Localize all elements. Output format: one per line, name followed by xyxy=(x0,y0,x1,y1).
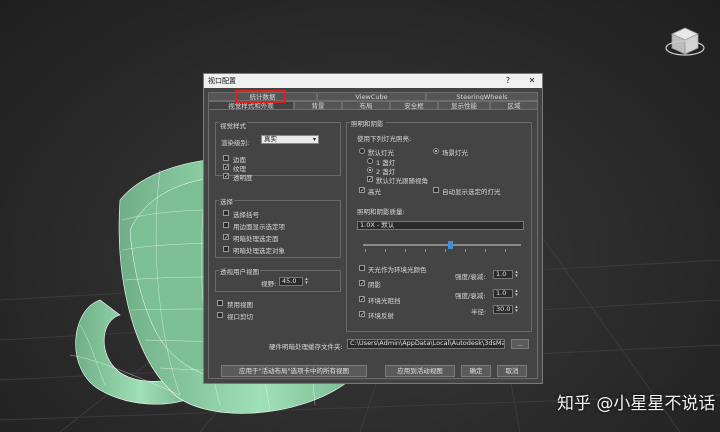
quality-input[interactable]: 1.0X - 默认 xyxy=(357,221,524,230)
slider-tick xyxy=(425,249,426,252)
fov-input[interactable]: 45.0 xyxy=(279,277,303,286)
illuminate-label: 使用下列灯光照亮: xyxy=(357,135,412,143)
intensity-fade-input-2[interactable]: 1.0 xyxy=(493,289,513,298)
quality-slider-track[interactable] xyxy=(363,244,521,246)
cache-folder-label: 硬件明暗处理缓存文件夹: xyxy=(269,343,343,351)
selection-brackets-label: 选择括号 xyxy=(233,211,259,219)
slider-tick xyxy=(465,249,466,252)
edge-faces-selected-checkbox[interactable] xyxy=(223,222,229,228)
intensity-fade-label-2: 强度/衰减: xyxy=(455,292,486,300)
intensity-fade-input-1[interactable]: 1.0 xyxy=(493,270,513,279)
edge-faces-checkbox[interactable] xyxy=(223,155,229,161)
viewcube-icon[interactable] xyxy=(664,22,706,62)
tab-steeringwheels[interactable]: SteeringWheels xyxy=(426,92,538,101)
quality-slider-thumb[interactable] xyxy=(447,241,453,249)
render-level-value: 真实 xyxy=(264,135,277,143)
apply-all-button[interactable]: 应用于"活动布局"选项卡中的所有视图 xyxy=(221,365,367,377)
selection-brackets-checkbox[interactable] xyxy=(223,210,229,216)
fov-spinner[interactable]: ▴ ▾ xyxy=(304,277,309,286)
textures-checkbox[interactable]: ✓ xyxy=(223,164,229,171)
disable-view-label: 禁用视图 xyxy=(227,301,253,309)
highlights-label: 高光 xyxy=(368,188,381,196)
tab-viewcube[interactable]: ViewCube xyxy=(317,92,426,101)
slider-tick xyxy=(445,249,446,252)
shade-selected-faces-checkbox[interactable]: ✓ xyxy=(223,234,229,241)
chevron-down-icon: ▾ xyxy=(312,136,316,143)
shadows-checkbox[interactable]: ✓ xyxy=(359,280,365,287)
close-button[interactable]: ✕ xyxy=(526,75,538,87)
one-light-radio[interactable] xyxy=(367,158,373,164)
radius-input[interactable]: 30.0 xyxy=(493,305,513,314)
intensity-fade-label-1: 强度/衰减: xyxy=(455,273,486,281)
selection-group-label: 选择 xyxy=(219,196,234,206)
fov-label: 视野: xyxy=(261,280,277,288)
default-lights-label: 默认灯光 xyxy=(368,149,394,157)
auto-display-selected-checkbox[interactable] xyxy=(433,187,439,193)
two-lights-radio[interactable] xyxy=(367,167,373,173)
tab-highlight-box xyxy=(235,90,286,103)
lighting-group-label: 照明和阴影 xyxy=(350,118,385,128)
shadows-label: 阴影 xyxy=(368,281,381,289)
radius-label: 半径: xyxy=(471,308,487,316)
dialog-titlebar[interactable]: 视口配置 ? ✕ xyxy=(204,74,542,88)
transparency-label: 透明度 xyxy=(233,174,253,182)
auto-display-selected-label: 自动显示选定的灯光 xyxy=(442,188,501,196)
quality-label: 照明和阴影质量: xyxy=(357,208,405,216)
edge-faces-selected-label: 用边面显示选定项 xyxy=(233,223,285,231)
slider-tick xyxy=(385,249,386,252)
slider-tick xyxy=(505,249,506,252)
apply-active-button[interactable]: 应用到活动视图 xyxy=(385,365,455,377)
slider-tick xyxy=(405,249,406,252)
reflections-label: 环境反射 xyxy=(368,312,394,320)
slider-tick xyxy=(485,249,486,252)
reflections-checkbox[interactable]: ✓ xyxy=(359,311,365,318)
highlights-checkbox[interactable]: ✓ xyxy=(359,187,365,194)
intensity-spinner-1[interactable]: ▴ ▾ xyxy=(514,270,519,279)
render-level-label: 渲染级别: xyxy=(221,139,250,147)
ok-button[interactable]: 确定 xyxy=(461,365,491,377)
default-lights-radio[interactable] xyxy=(359,148,365,154)
cancel-button[interactable]: 取消 xyxy=(497,365,527,377)
slider-tick xyxy=(365,249,366,252)
cache-path-input[interactable]: C:\Users\Admin\AppData\Local\Autodesk\3d… xyxy=(347,339,505,349)
dialog-title: 视口配置 xyxy=(208,77,236,85)
default-follows-view-checkbox[interactable]: ✓ xyxy=(367,176,373,183)
viewport-config-dialog: 视口配置 ? ✕ 统计数据 ViewCube SteeringWheels 视觉… xyxy=(203,73,543,384)
sky-ambient-label: 天光作为环境光颜色 xyxy=(368,266,427,274)
visual-style-group-label: 视觉样式 xyxy=(219,120,247,130)
ambient-occlusion-label: 环境光阻挡 xyxy=(368,297,401,305)
default-follows-view-label: 默认灯光跟随视角 xyxy=(376,177,428,185)
perspective-group-label: 透视用户视图 xyxy=(219,266,260,276)
shade-selected-faces-label: 明暗处理选定面 xyxy=(233,235,279,243)
shade-selected-objects-label: 明暗处理选定对象 xyxy=(233,247,285,255)
viewport-clipping-label: 视口剪切 xyxy=(227,313,253,321)
render-level-select[interactable]: 真实 ▾ xyxy=(261,135,319,144)
transparency-checkbox[interactable]: ✓ xyxy=(223,173,229,180)
help-button[interactable]: ? xyxy=(502,75,514,87)
intensity-spinner-2[interactable]: ▴ ▾ xyxy=(514,289,519,298)
viewport-clipping-checkbox[interactable] xyxy=(217,312,223,318)
sky-ambient-checkbox[interactable] xyxy=(359,265,365,271)
disable-view-checkbox[interactable] xyxy=(217,300,223,306)
radius-spinner[interactable]: ▴ ▾ xyxy=(514,305,519,314)
browse-button[interactable]: ... xyxy=(511,339,529,349)
ambient-occlusion-checkbox[interactable]: ✓ xyxy=(359,296,365,303)
watermark-text: 知乎 @小星星不说话 xyxy=(557,394,716,414)
visual-style-panel: 视觉样式 渲染级别: 真实 ▾ 边面 ✓ 纹理 ✓ 透明度 选择 选择括号 用边面… xyxy=(208,109,538,379)
scene-lights-label: 场景灯光 xyxy=(442,149,468,157)
scene-lights-radio[interactable] xyxy=(433,148,439,154)
shade-selected-objects-checkbox[interactable] xyxy=(223,246,229,252)
